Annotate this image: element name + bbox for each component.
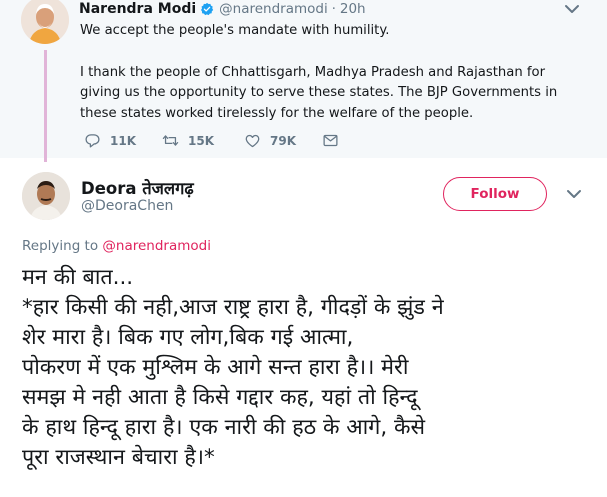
like-icon — [245, 134, 260, 148]
parent-tweet-text: We accept the people's mandate with humi… — [80, 21, 580, 124]
verified-icon — [201, 2, 214, 16]
direct-message-button[interactable] — [322, 132, 348, 149]
retweet-icon — [162, 135, 179, 146]
tweet-line: शेर मारा है। बिक गए लोग,बिक गई आत्मा, — [22, 325, 354, 350]
mention-link[interactable]: @narendramodi — [102, 238, 211, 254]
parent-tweet-header: Narendra Modi @narendramodi · 20h — [79, 0, 366, 19]
reply-count: 11K — [110, 133, 136, 148]
tweet-paragraph: We accept the people's mandate with humi… — [80, 23, 390, 38]
retweet-button[interactable]: 15K — [162, 132, 214, 149]
thread-connector — [44, 50, 47, 162]
retweet-count: 15K — [188, 133, 214, 148]
tweet-line: *हार किसी की नही,आज राष्ट्र हारा है, गीद… — [22, 295, 444, 320]
reply-icon — [85, 134, 100, 148]
replying-to-label: Replying to — [22, 238, 103, 254]
tweet-line: मन की बात... — [22, 265, 134, 290]
main-tweet-text: मन की बात... *हार किसी की नही,आज राष्ट्र… — [22, 263, 602, 473]
separator-dot: · — [331, 1, 336, 17]
direct-message-icon — [323, 134, 338, 147]
author-handle[interactable]: @DeoraChen — [81, 198, 173, 214]
tweet-line: पूरा राजस्थान बेचारा है।* — [22, 445, 215, 470]
author-name[interactable]: Narendra Modi — [79, 1, 196, 17]
replying-to: Replying to @narendramodi — [22, 238, 211, 254]
avatar[interactable] — [21, 0, 69, 44]
parent-tweet[interactable]: Narendra Modi @narendramodi · 20h We acc… — [0, 0, 607, 162]
tweet-timestamp[interactable]: 20h — [340, 1, 366, 17]
reply-button[interactable]: 11K — [84, 132, 136, 149]
tweet-line: पोकरण में एक मुश्लिम के आगे सन्त हारा है… — [22, 355, 409, 380]
like-button[interactable]: 79K — [244, 132, 296, 149]
tweet-line: के हाथ हिन्दू हारा है। एक नारी की हठ के … — [22, 415, 426, 440]
author-handle[interactable]: @narendramodi — [219, 1, 328, 17]
author-name[interactable]: Deora तेजलगढ़ — [81, 176, 194, 199]
like-count: 79K — [270, 133, 296, 148]
follow-button[interactable]: Follow — [443, 177, 547, 211]
tweet-paragraph: I thank the people of Chhattisgarh, Madh… — [80, 64, 558, 121]
avatar[interactable] — [22, 172, 70, 220]
tweet-line: समझ मे नही आता है किसे गद्दार कह, यहां त… — [22, 385, 418, 410]
chevron-down-icon[interactable] — [563, 2, 581, 16]
chevron-down-icon[interactable] — [565, 187, 583, 201]
